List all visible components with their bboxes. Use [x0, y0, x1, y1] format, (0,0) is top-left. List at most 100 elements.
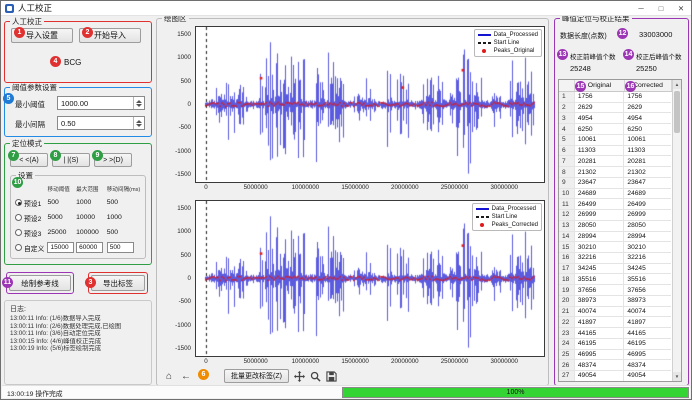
log-list[interactable]: 13:00:11 Info: (1/6)数据导入完成13:00:11 Info:… [10, 315, 148, 353]
pan-icon[interactable] [294, 371, 305, 382]
row-index: 10 [559, 189, 575, 199]
legend-label: Start Line [494, 40, 520, 46]
radio-icon[interactable] [15, 199, 22, 206]
min-threshold-value[interactable]: 1000.00 [58, 99, 133, 108]
original-value: 46195 [575, 339, 625, 349]
original-value: 2629 [575, 103, 625, 113]
row-index: 7 [559, 156, 575, 166]
table-row[interactable]: 193765637656 [559, 285, 671, 296]
legend-label: Data_Processed [492, 206, 536, 212]
preset-value: 5000 [47, 214, 76, 221]
preset-value-input[interactable]: 60000 [76, 242, 103, 253]
radio-icon[interactable] [15, 229, 22, 236]
table-row[interactable]: 122699926999 [559, 210, 671, 221]
annotation-badge-13: 13 [557, 49, 568, 60]
back-icon[interactable]: ← [180, 371, 192, 382]
table-row[interactable]: 72028120281 [559, 156, 671, 167]
preset-value[interactable]: 60000 [76, 242, 107, 253]
after-count-value: 25250 [636, 64, 657, 73]
corrected-value: 28050 [624, 221, 671, 231]
spinner-arrows-icon[interactable] [133, 97, 144, 109]
table-row[interactable]: 234416544165 [559, 328, 671, 339]
table-row[interactable]: 102468924689 [559, 189, 671, 200]
annotation-badge-10: 10 [12, 177, 23, 188]
plot-top-area[interactable]: Data_ProcessedStart LinePeaks_Original [195, 26, 545, 183]
preset-row: 自定义1500060000 500 [13, 240, 143, 255]
preset-value[interactable]: 15000 [47, 242, 76, 253]
table-row[interactable]: 274905449054 [559, 371, 671, 381]
preset-radio-预设2[interactable]: 预设2 [13, 213, 47, 223]
table-row[interactable]: 244619546195 [559, 339, 671, 350]
min-interval-value[interactable]: 0.50 [58, 119, 133, 128]
table-body[interactable]: 1175617562262926293495449544625062505100… [559, 92, 671, 381]
corrected-value: 41897 [624, 317, 671, 327]
table-row[interactable]: 82130221302 [559, 167, 671, 178]
table-row[interactable]: 214007440074 [559, 307, 671, 318]
scroll-down-icon[interactable]: ▼ [673, 372, 681, 381]
table-row[interactable]: 226292629 [559, 103, 671, 114]
y-tick-label: 1500 [159, 31, 191, 38]
batch-edit-labels-button[interactable]: 批量更改标签(Z) [224, 369, 289, 383]
export-labels-button[interactable]: 导出标签 [91, 275, 145, 291]
table-row[interactable]: 92364723647 [559, 178, 671, 189]
table-scrollbar[interactable]: ▲ ▼ [672, 80, 681, 381]
radio-icon[interactable] [15, 244, 22, 251]
save-icon[interactable] [326, 371, 337, 382]
corrected-value: 49054 [624, 371, 671, 381]
y-tick-label: -1500 [159, 345, 191, 352]
corrected-value: 30210 [624, 242, 671, 252]
progress-label: 100% [343, 389, 688, 396]
preset-value-input[interactable]: 15000 [47, 242, 74, 253]
min-threshold-spinbox[interactable]: 1000.00 [57, 96, 145, 110]
close-button[interactable]: ✕ [671, 1, 691, 15]
zoom-icon[interactable] [310, 371, 321, 382]
table-row[interactable]: 183551635516 [559, 274, 671, 285]
log-group: 日志: 13:00:11 Info: (1/6)数据导入完成13:00:11 I… [4, 300, 152, 385]
preset-row: 预设325000100000500 [13, 225, 143, 240]
preset-value[interactable]: 500 [107, 242, 143, 253]
table-row[interactable]: 203897338973 [559, 296, 671, 307]
preset-radio-预设3[interactable]: 预设3 [13, 228, 47, 238]
preset-name-label: 预设2 [24, 213, 41, 223]
data-length-label: 数据长度(点数) [560, 31, 607, 41]
table-row[interactable]: 254699546995 [559, 350, 671, 361]
table-row[interactable]: 132805028050 [559, 221, 671, 232]
legend-entry: Peaks_Original [478, 47, 538, 55]
maximize-button[interactable]: □ [651, 1, 671, 15]
table-row[interactable]: 61130311303 [559, 146, 671, 157]
plot-bottom-area[interactable]: Data_ProcessedStart LinePeaks_Corrected [195, 200, 545, 357]
log-line: 13:00:11 Info: (2/6)数据处理完成,已绘图 [10, 323, 148, 331]
corrected-value: 1756 [624, 92, 671, 102]
y-tick-label: 1000 [159, 54, 191, 61]
minimize-button[interactable]: ─ [631, 1, 651, 15]
table-row[interactable]: 173424534245 [559, 264, 671, 275]
table-row[interactable]: 224189741897 [559, 317, 671, 328]
table-row[interactable]: 349544954 [559, 113, 671, 124]
table-row[interactable]: 112649926499 [559, 199, 671, 210]
corrected-value: 32216 [624, 253, 671, 263]
preset-radio-预设1[interactable]: 预设1 [13, 198, 47, 208]
scrollbar-thumb[interactable] [674, 91, 680, 133]
annotation-badge-12: 12 [617, 28, 628, 39]
spinner-arrows-icon[interactable] [133, 117, 144, 129]
table-row[interactable]: 264837448374 [559, 360, 671, 371]
home-icon[interactable]: ⌂ [163, 371, 175, 382]
min-interval-spinbox[interactable]: 0.50 [57, 116, 145, 130]
draw-reference-button[interactable]: 绘制参考线 [9, 275, 71, 291]
annotation-badge-5: 5 [3, 93, 14, 104]
original-value: 24689 [575, 189, 625, 199]
preset-column-header: 移动阈值 [47, 185, 76, 193]
table-row[interactable]: 142899428994 [559, 232, 671, 243]
row-index: 1 [559, 92, 575, 102]
table-row[interactable]: 51006110061 [559, 135, 671, 146]
table-row[interactable]: 117561756 [559, 92, 671, 103]
table-row[interactable]: 153021030210 [559, 242, 671, 253]
preset-value-input[interactable]: 500 [107, 242, 134, 253]
table-row[interactable]: 462506250 [559, 124, 671, 135]
scroll-up-icon[interactable]: ▲ [673, 80, 681, 89]
table-row[interactable]: 163221632216 [559, 253, 671, 264]
legend-label: Peaks_Original [494, 48, 535, 54]
preset-value: 500 [107, 229, 143, 236]
radio-icon[interactable] [15, 214, 22, 221]
preset-radio-自定义[interactable]: 自定义 [13, 243, 47, 253]
